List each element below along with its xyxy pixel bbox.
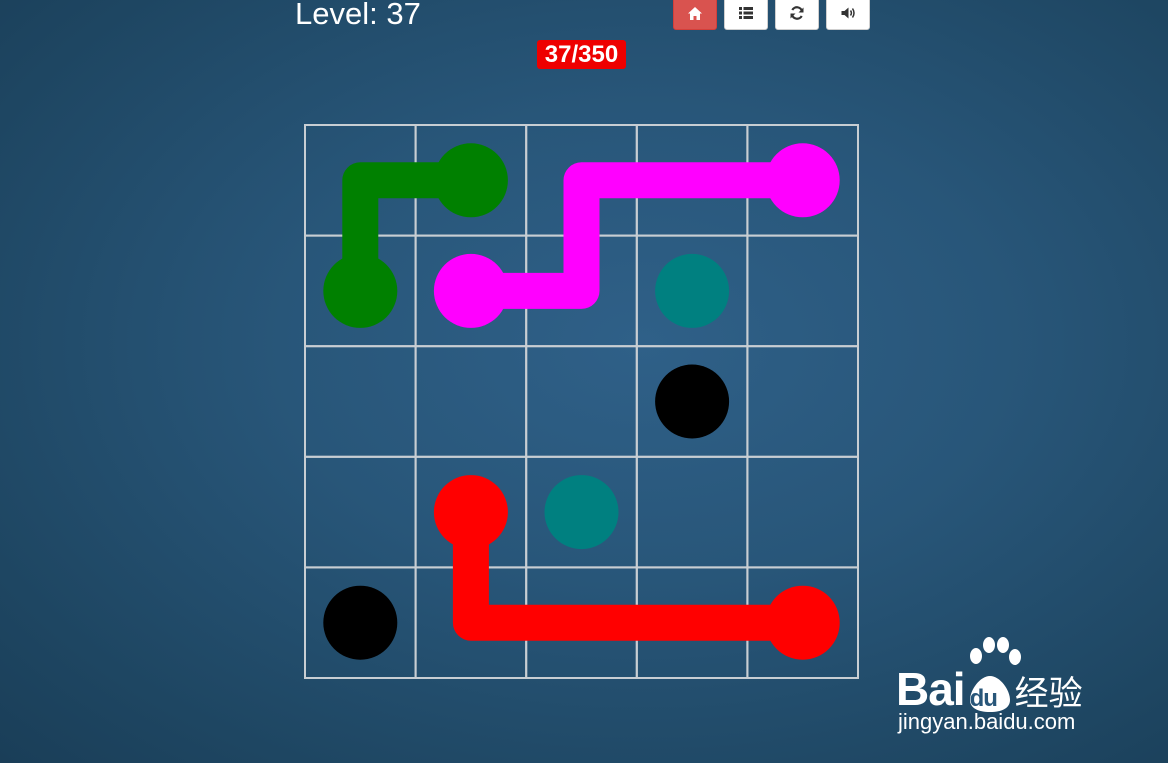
red-endpoint-dot-2[interactable] xyxy=(765,585,840,660)
baidu-jingyan-watermark: Bai du 经验 jingyan.baidu.com xyxy=(896,636,1108,740)
teal-endpoint-dot-1[interactable] xyxy=(655,253,730,328)
board-cell-r2-c4[interactable] xyxy=(746,345,860,458)
red-endpoint-dot-1[interactable] xyxy=(433,475,508,550)
black-endpoint-dot-1[interactable] xyxy=(655,364,730,439)
watermark-brand-mid: du xyxy=(969,684,998,712)
magenta-endpoint-dot-2[interactable] xyxy=(433,253,508,328)
board-cell-r3-c3[interactable] xyxy=(635,455,749,569)
watermark-url: jingyan.baidu.com xyxy=(898,709,1076,734)
teal-endpoint-dot-2[interactable] xyxy=(544,475,619,550)
board-cell-r2-c2[interactable] xyxy=(525,345,638,458)
board-cell-r1-c4[interactable] xyxy=(746,234,860,348)
green-endpoint-dot-1[interactable] xyxy=(433,143,508,218)
board-cell-r3-c0[interactable] xyxy=(304,455,417,569)
watermark-brand-left: Bai xyxy=(896,663,966,715)
black-endpoint-dot-2[interactable] xyxy=(323,585,398,660)
green-endpoint-dot-2[interactable] xyxy=(323,253,398,328)
watermark-du-badge: du xyxy=(966,672,1014,714)
board-cell-r2-c0[interactable] xyxy=(304,345,417,458)
board-cell-r2-c1[interactable] xyxy=(414,345,528,458)
board-cell-r3-c4[interactable] xyxy=(746,455,860,569)
watermark-brand-right: 经验 xyxy=(1014,675,1083,713)
magenta-endpoint-dot-1[interactable] xyxy=(765,143,840,218)
